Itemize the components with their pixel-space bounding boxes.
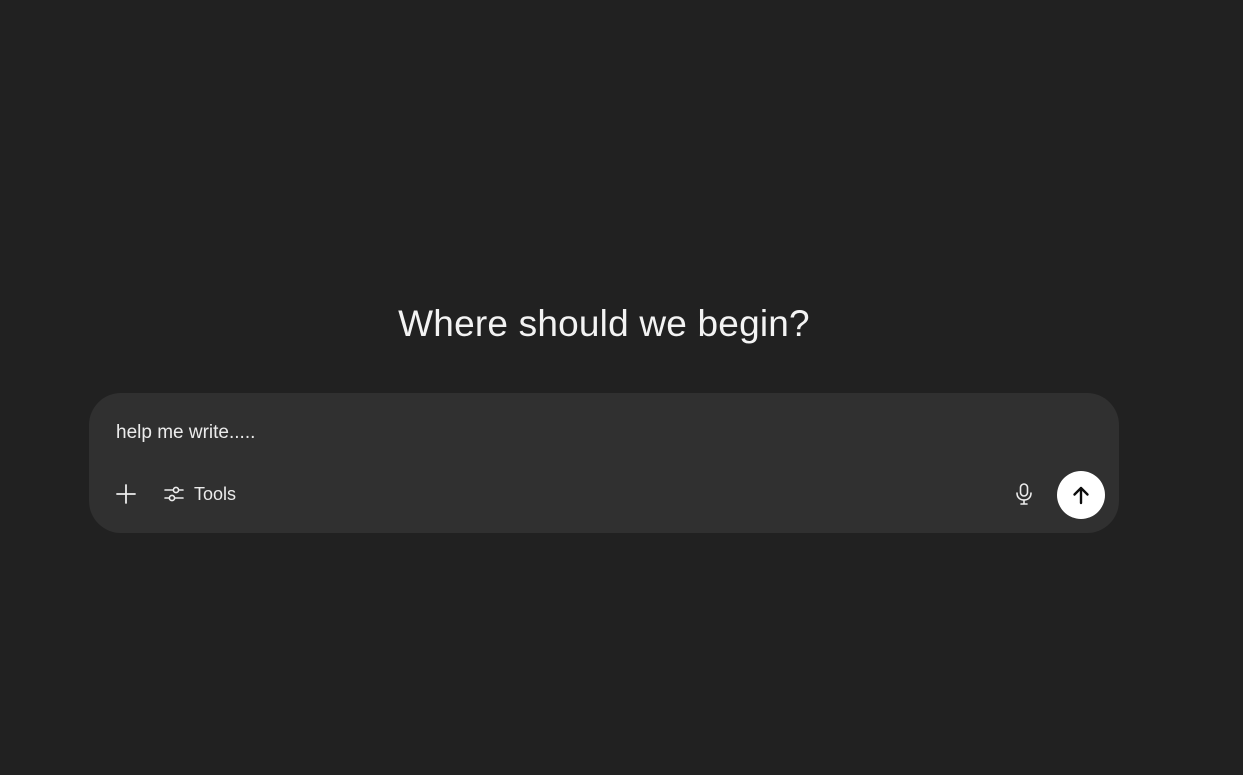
plus-icon xyxy=(116,484,136,504)
composer-toolbar: Tools xyxy=(89,471,1119,519)
send-button[interactable] xyxy=(1057,471,1105,519)
chat-page: Where should we begin? help me write....… xyxy=(0,0,1243,775)
sliders-icon xyxy=(164,486,184,502)
add-attachment-button[interactable] xyxy=(109,477,143,511)
tools-button[interactable]: Tools xyxy=(159,477,242,511)
message-input[interactable]: help me write..... xyxy=(116,421,255,445)
arrow-up-icon xyxy=(1073,486,1089,505)
message-composer[interactable]: help me write..... Tools xyxy=(89,393,1119,533)
tools-label: Tools xyxy=(194,484,237,504)
microphone-icon xyxy=(1016,483,1032,505)
page-title: Where should we begin? xyxy=(398,303,810,344)
voice-input-button[interactable] xyxy=(1007,477,1041,511)
